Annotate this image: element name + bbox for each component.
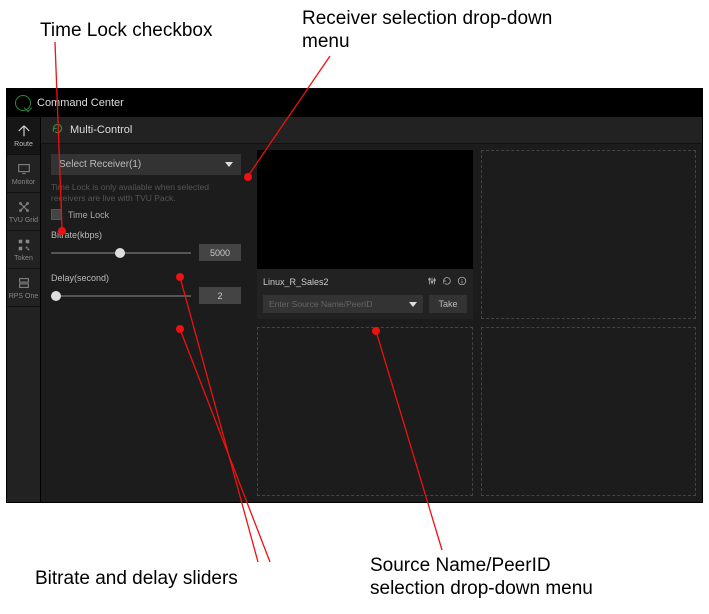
callout-dot-delay [176,325,184,333]
sidebar-label: RPS One [9,293,39,300]
settings-sliders-icon[interactable] [427,273,437,291]
control-panel: Select Receiver(1) Time Lock is only ava… [41,144,251,502]
titlebar: Command Center [7,89,702,117]
annotation-source: Source Name/PeerID selection drop-down m… [370,555,630,601]
sidebar-label: Monitor [12,179,35,186]
chevron-down-icon [409,302,417,307]
receiver-dropdown-label: Select Receiver(1) [59,159,141,170]
bitrate-slider[interactable] [51,247,191,259]
receiver-tile: Linux_R_Sales2 Enter Source Name/PeerID [257,150,473,319]
annotation-sliders: Bitrate and delay sliders [35,568,238,591]
timelock-hint: Time Lock is only available when selecte… [51,182,241,204]
source-dropdown[interactable]: Enter Source Name/PeerID [263,295,423,313]
timelock-label: Time Lock [68,210,109,220]
empty-tile [481,150,697,319]
callout-dot-bitrate [176,273,184,281]
server-icon [17,276,31,290]
route-icon [17,124,31,138]
source-placeholder: Enter Source Name/PeerID [269,299,372,309]
sidebar-item-route[interactable]: Route [7,117,40,155]
monitor-icon [17,162,31,176]
take-button[interactable]: Take [429,295,466,313]
sidebar-label: TVU Grid [9,217,38,224]
sidebar: Route Monitor TVU Grid Token [7,117,41,502]
callout-dot-source [372,327,380,335]
info-icon[interactable] [457,273,467,291]
sidebar-label: Route [14,141,33,148]
topbar-title: Multi-Control [70,124,132,136]
delay-value[interactable]: 2 [199,287,241,304]
delay-label: Delay(second) [51,273,241,283]
refresh-icon[interactable] [51,122,64,138]
topbar: Multi-Control [41,117,702,144]
bitrate-value[interactable]: 5000 [199,244,241,261]
bitrate-label: Bitrate(kbps) [51,230,241,240]
timelock-checkbox[interactable] [51,209,62,220]
sidebar-item-rpsone[interactable]: RPS One [7,269,40,307]
sidebar-label: Token [14,255,33,262]
chevron-down-icon [225,162,233,167]
refresh-small-icon[interactable] [442,273,452,291]
receiver-grid: Linux_R_Sales2 Enter Source Name/PeerID [251,144,702,502]
app-title: Command Center [37,97,124,109]
callout-dot-timelock [58,227,66,235]
sidebar-item-tvugrid[interactable]: TVU Grid [7,193,40,231]
annotation-timelock: Time Lock checkbox [40,20,212,43]
delay-slider[interactable] [51,290,191,302]
annotation-receiver: Receiver selection drop-down menu [302,8,562,54]
sidebar-item-monitor[interactable]: Monitor [7,155,40,193]
callout-dot-receiver [244,173,252,181]
empty-tile [481,327,697,496]
qr-icon [17,238,31,252]
receiver-name: Linux_R_Sales2 [263,277,329,287]
sidebar-item-token[interactable]: Token [7,231,40,269]
grid-icon [17,200,31,214]
app-logo-icon [15,95,31,111]
empty-tile [257,327,473,496]
app-window: Command Center Route Monitor TVU Grid [6,88,703,503]
video-preview [257,150,473,269]
receiver-dropdown[interactable]: Select Receiver(1) [51,154,241,175]
